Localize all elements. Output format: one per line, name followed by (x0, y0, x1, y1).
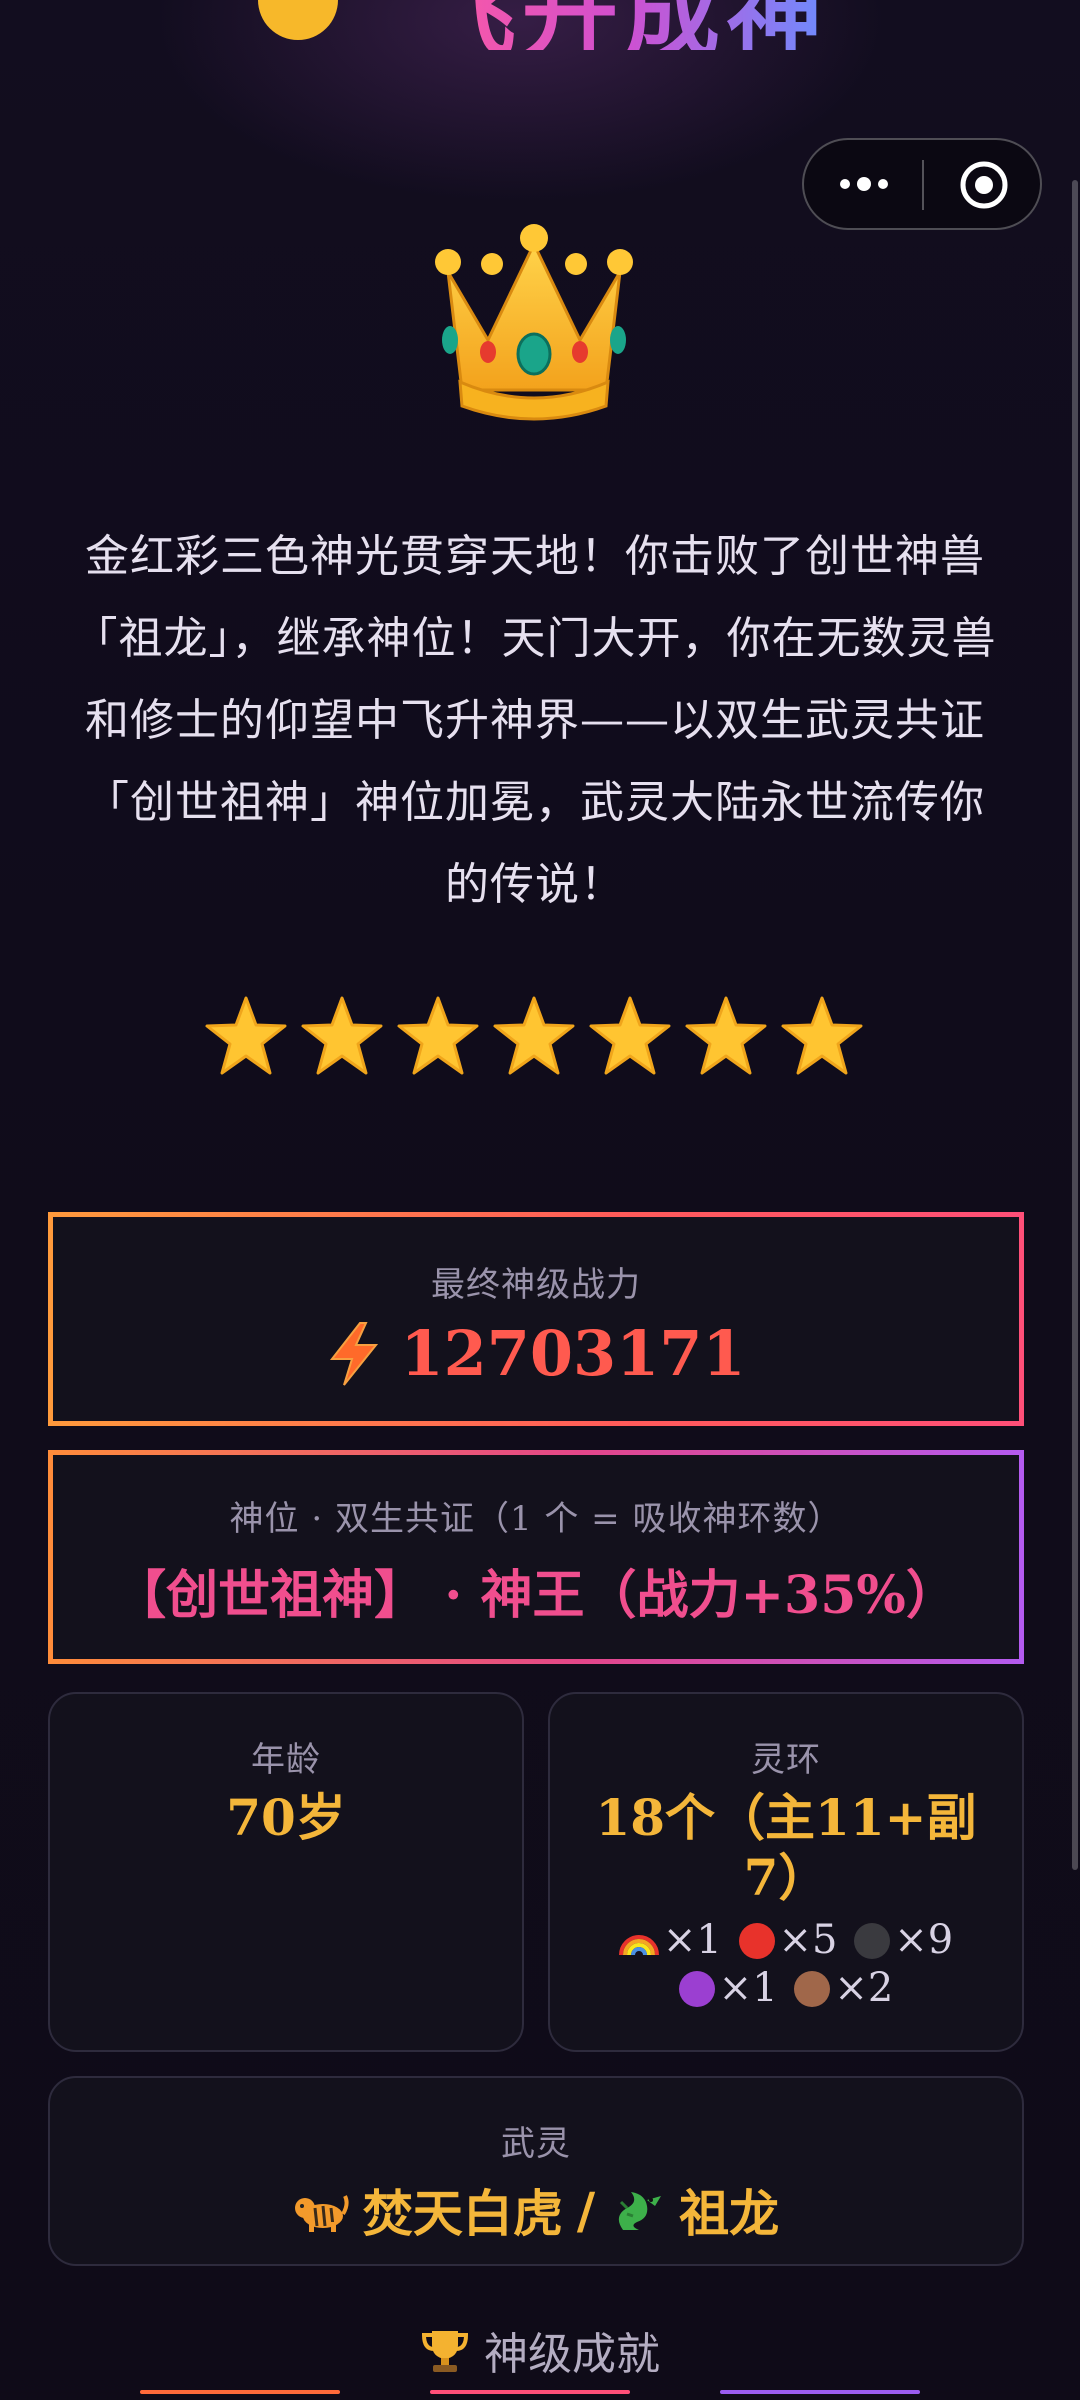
ring-label: 灵环 (751, 1740, 821, 1780)
capsule-menu (802, 138, 1042, 230)
ring-item-rainbow: ×1 (618, 1916, 722, 1964)
age-card: 年龄 70岁 (48, 1692, 524, 2052)
ring-count-rainbow: ×1 (662, 1917, 722, 1963)
power-value-row: 12703171 (53, 1317, 1019, 1390)
ring-count-red: ×5 (778, 1917, 838, 1963)
purple-circle-icon (678, 1971, 715, 2007)
age-label: 年龄 (251, 1740, 321, 1780)
ring-item-red: ×5 (738, 1916, 838, 1964)
final-power-card: 最终神级战力 12703171 (48, 1212, 1024, 1426)
divine-rank-card: 神位 · 双生共证（1 个 = 吸收神环数） 【创世祖神】 · 神王（战力+35… (48, 1450, 1024, 1664)
spirit-separator: / (576, 2180, 596, 2240)
tiger-icon (294, 2195, 349, 2232)
achievement-cards-peek (0, 2390, 1080, 2400)
more-dots-icon-center (857, 177, 871, 191)
ascension-story: 金红彩三色神光贯穿天地！你击败了创世神兽「祖龙」，继承神位！天门大开，你在无数灵… (73, 531, 997, 910)
star-icon (205, 996, 287, 1075)
ring-value: 18个（主11+副7） (595, 1788, 977, 1907)
lightning-icon (330, 1321, 379, 1386)
spirit-ring-card: 灵环 18个（主11+副7） ×1 ×5 ×9 ×1 ×2 (548, 1692, 1024, 2052)
star-icon (397, 996, 479, 1075)
spirit-value-row: 焚天白虎 / 祖龙 (50, 2174, 1022, 2246)
rank-label: 神位 · 双生共证（1 个 = 吸收神环数） (229, 1499, 843, 1539)
star-icon (301, 996, 383, 1075)
target-close-icon (960, 161, 1008, 209)
more-dots-icon (840, 179, 850, 189)
rainbow-icon (618, 1935, 659, 1956)
star-icon (781, 996, 863, 1075)
martial-spirit-card: 武灵 焚天白虎 / 祖龙 (48, 2076, 1024, 2266)
capsule-divider (922, 160, 924, 210)
red-circle-icon (738, 1923, 775, 1959)
ring-item-brown: ×2 (794, 1964, 893, 2012)
spirit-label: 武灵 (501, 2124, 571, 2164)
achievement-card-edge (720, 2390, 920, 2394)
ring-breakdown: ×1 ×5 ×9 ×1 ×2 (580, 1916, 992, 2012)
page-header: 飞升成神 (0, 0, 1080, 50)
achievements-heading: 神级成就 (0, 2318, 1080, 2382)
spirit-second: 祖龙 (679, 2184, 780, 2243)
scrollbar[interactable] (1072, 180, 1078, 1870)
rank-value: 【创世祖神】 · 神王（战力+35%） (114, 1565, 958, 1626)
achievements-title: 神级成就 (484, 2329, 660, 2380)
achievement-card-edge (430, 2390, 630, 2394)
star-icon (685, 996, 767, 1075)
star-icon (589, 996, 671, 1075)
ring-item-purple: ×1 (678, 1964, 778, 2012)
more-dots-icon-right (878, 179, 888, 189)
more-button[interactable] (824, 156, 904, 212)
crown-icon (435, 224, 633, 421)
rating-stars (204, 994, 864, 1084)
ring-count-purple: ×1 (718, 1965, 778, 2011)
close-button[interactable] (959, 160, 1009, 210)
ring-count-brown: ×2 (834, 1965, 894, 2011)
power-label: 最终神级战力 (431, 1265, 641, 1305)
power-value: 12703171 (400, 1317, 746, 1390)
header-logo-fragment (258, 0, 338, 40)
age-value: 70岁 (226, 1788, 346, 1847)
brown-circle-icon (794, 1971, 831, 2007)
page-title: 飞升成神 (420, 0, 828, 50)
black-circle-icon (854, 1923, 891, 1959)
ring-count-black: ×9 (894, 1917, 954, 1963)
trophy-icon (421, 2331, 469, 2372)
ring-item-black: ×9 (854, 1916, 953, 1964)
achievement-card-edge (140, 2390, 340, 2394)
dragon-icon (618, 2192, 662, 2230)
spirit-first: 焚天白虎 (362, 2184, 563, 2243)
star-icon (493, 996, 575, 1075)
